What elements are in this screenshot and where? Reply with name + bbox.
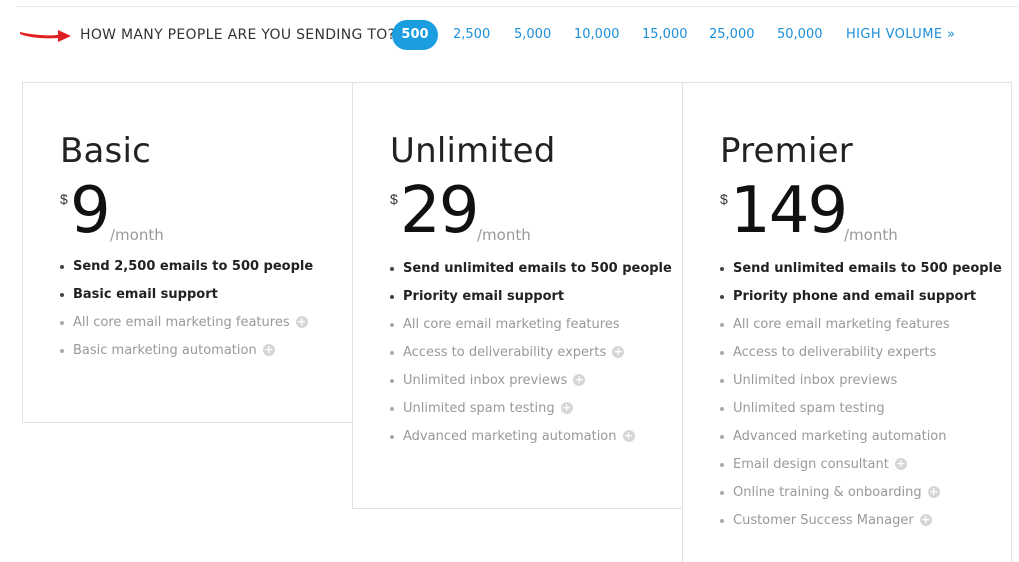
plan-card-basic: Basic $ 9 /month Send 2,500 emails to 50… bbox=[22, 82, 354, 423]
top-divider bbox=[16, 6, 1018, 7]
price-period: /month bbox=[844, 226, 898, 244]
plan-price: 29 bbox=[400, 174, 479, 248]
feature-item: Online training & onboarding + bbox=[720, 483, 1002, 511]
recipient-question: HOW MANY PEOPLE ARE YOU SENDING TO? bbox=[80, 27, 396, 43]
plan-price: 9 bbox=[70, 174, 111, 248]
plus-circle-icon[interactable]: + bbox=[573, 373, 586, 386]
plus-circle-icon[interactable]: + bbox=[927, 485, 940, 498]
price-period: /month bbox=[110, 226, 164, 244]
volume-option-2500[interactable]: 2,500 bbox=[453, 27, 490, 42]
volume-option-50000[interactable]: 50,000 bbox=[777, 27, 823, 42]
feature-item: Send 2,500 emails to 500 people bbox=[60, 257, 313, 285]
feature-item: Send unlimited emails to 500 people bbox=[720, 259, 1002, 287]
feature-item: Access to deliverability experts + bbox=[390, 343, 672, 371]
currency-symbol: $ bbox=[390, 191, 398, 207]
plus-circle-icon[interactable]: + bbox=[262, 343, 275, 356]
plan-card-unlimited: Unlimited $ 29 /month Send unlimited ema… bbox=[352, 82, 684, 509]
plus-circle-icon[interactable]: + bbox=[622, 429, 635, 442]
currency-symbol: $ bbox=[60, 191, 68, 207]
plus-circle-icon[interactable]: + bbox=[919, 513, 932, 526]
feature-item: All core email marketing features bbox=[720, 315, 1002, 343]
volume-option-500[interactable]: 500 bbox=[392, 20, 438, 50]
plus-circle-icon[interactable]: + bbox=[894, 457, 907, 470]
price-period: /month bbox=[477, 226, 531, 244]
red-arrow-icon bbox=[20, 30, 71, 42]
volume-option-15000[interactable]: 15,000 bbox=[642, 27, 688, 42]
plus-circle-icon[interactable]: + bbox=[295, 315, 308, 328]
plan-name: Basic bbox=[60, 131, 152, 171]
plan-name: Premier bbox=[720, 131, 853, 171]
currency-symbol: $ bbox=[720, 191, 728, 207]
feature-list: Send unlimited emails to 500 people Prio… bbox=[720, 259, 1002, 539]
plus-circle-icon[interactable]: + bbox=[612, 345, 625, 358]
volume-option-25000[interactable]: 25,000 bbox=[709, 27, 755, 42]
feature-item: Priority phone and email support bbox=[720, 287, 1002, 315]
feature-item: Advanced marketing automation + bbox=[390, 427, 672, 455]
feature-item: Priority email support bbox=[390, 287, 672, 315]
feature-item: Unlimited spam testing bbox=[720, 399, 1002, 427]
plan-card-premier: Premier $ 149 /month Send unlimited emai… bbox=[682, 82, 1012, 562]
feature-item: Unlimited inbox previews + bbox=[390, 371, 672, 399]
volume-option-5000[interactable]: 5,000 bbox=[514, 27, 551, 42]
feature-item: Access to deliverability experts bbox=[720, 343, 1002, 371]
volume-option-10000[interactable]: 10,000 bbox=[574, 27, 620, 42]
feature-item: Unlimited inbox previews bbox=[720, 371, 1002, 399]
feature-item: Advanced marketing automation bbox=[720, 427, 1002, 455]
plus-circle-icon[interactable]: + bbox=[560, 401, 573, 414]
high-volume-link[interactable]: HIGH VOLUME » bbox=[846, 27, 955, 42]
feature-item: Unlimited spam testing + bbox=[390, 399, 672, 427]
feature-item: Customer Success Manager + bbox=[720, 511, 1002, 539]
plan-name: Unlimited bbox=[390, 131, 556, 171]
feature-item: Send unlimited emails to 500 people bbox=[390, 259, 672, 287]
feature-item: All core email marketing features bbox=[390, 315, 672, 343]
feature-list: Send unlimited emails to 500 people Prio… bbox=[390, 259, 672, 455]
plan-price: 149 bbox=[730, 174, 848, 248]
feature-item: Basic marketing automation + bbox=[60, 341, 313, 369]
feature-item: All core email marketing features + bbox=[60, 313, 313, 341]
feature-item: Email design consultant + bbox=[720, 455, 1002, 483]
feature-item: Basic email support bbox=[60, 285, 313, 313]
feature-list: Send 2,500 emails to 500 people Basic em… bbox=[60, 257, 313, 369]
